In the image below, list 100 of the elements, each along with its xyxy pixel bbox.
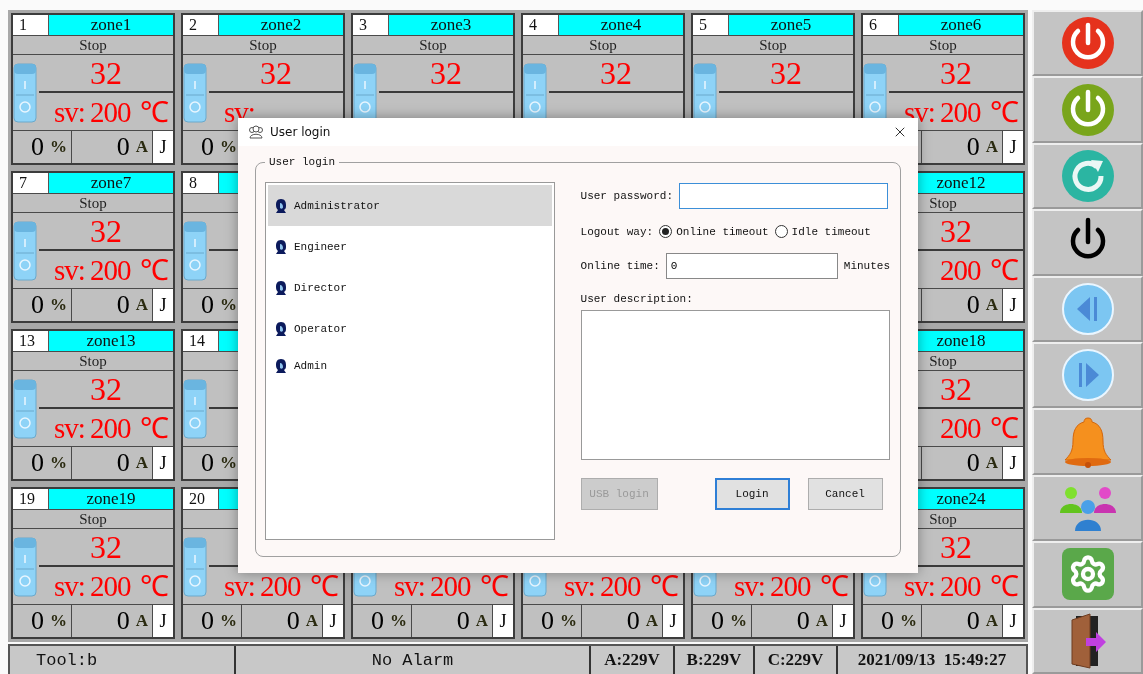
output-value: 0: [31, 448, 44, 478]
current-unit: A: [135, 137, 148, 157]
set-value: 200: [940, 253, 981, 288]
zone-number: 3: [353, 15, 389, 35]
current-unit: A: [815, 611, 828, 631]
user-list-item[interactable]: Operator: [268, 308, 552, 349]
minutes-label: Minutes: [843, 260, 890, 272]
user-icon: [274, 197, 288, 214]
current-value: 0: [966, 448, 980, 478]
rocker-switch-icon: [183, 220, 207, 281]
current-value: 0: [796, 606, 810, 636]
process-value: 32: [39, 55, 173, 91]
output-value: 0: [541, 606, 554, 636]
set-value-unit: ℃: [990, 253, 1018, 288]
zone-name: zone6: [899, 15, 1023, 35]
zone-number: 6: [863, 15, 899, 35]
radio-option[interactable]: Idle timeout: [774, 225, 871, 238]
current-unit: A: [985, 453, 998, 473]
rocker-switch-icon: [183, 536, 207, 597]
process-value: 32: [719, 55, 853, 91]
thermocouple-type: J: [833, 605, 853, 637]
current-value: 0: [456, 606, 470, 636]
process-value: 32: [549, 55, 683, 91]
thermocouple-type: J: [153, 289, 173, 321]
dialog-button[interactable]: Login: [714, 478, 790, 510]
zone-status: Stop: [183, 36, 343, 54]
set-value-unit: ℃: [140, 253, 168, 288]
current-value: 0: [116, 132, 130, 162]
toolbar-button[interactable]: [1032, 607, 1143, 674]
password-field[interactable]: [679, 183, 888, 209]
zone-name: zone13: [49, 331, 173, 351]
output-value: 0: [31, 606, 44, 636]
user-icon: [274, 358, 288, 374]
radio-option[interactable]: Online timeout: [659, 225, 769, 238]
set-value: 200: [940, 95, 981, 130]
toolbar-button[interactable]: [1032, 209, 1143, 276]
current-value: 0: [116, 290, 130, 320]
set-value-label: sv:: [734, 569, 765, 604]
thermocouple-type: J: [493, 605, 513, 637]
zone-number: 5: [693, 15, 729, 35]
refresh-icon: [1060, 148, 1115, 203]
set-value-unit: ℃: [650, 569, 678, 604]
zone-number: 7: [13, 173, 49, 193]
output-unit: %: [220, 453, 237, 473]
set-value-unit: ℃: [480, 569, 508, 604]
process-value: 32: [39, 213, 173, 249]
zone-number: 20: [183, 489, 219, 509]
current-unit: A: [985, 137, 998, 157]
set-value-label: sv:: [904, 569, 935, 604]
user-list-item[interactable]: Director: [268, 267, 552, 308]
output-value: 0: [371, 606, 384, 636]
set-value-unit: ℃: [820, 569, 848, 604]
radio-button[interactable]: [659, 225, 673, 238]
power-icon: [1060, 82, 1115, 137]
set-value-unit: ℃: [990, 95, 1018, 130]
current-value: 0: [116, 448, 130, 478]
current-unit: A: [985, 295, 998, 315]
output-unit: %: [220, 295, 237, 315]
user-list-item[interactable]: Admin: [268, 349, 552, 383]
radio-button[interactable]: [774, 225, 788, 238]
current-unit: A: [135, 295, 148, 315]
set-value: 200: [940, 411, 981, 446]
set-value-unit: ℃: [140, 569, 168, 604]
output-value: 0: [31, 290, 44, 320]
output-unit: %: [50, 137, 67, 157]
user-list-item[interactable]: Administrator: [268, 185, 552, 226]
zone-status: Stop: [13, 36, 173, 54]
dialog-button[interactable]: Cancel: [807, 478, 883, 510]
description-field[interactable]: [580, 310, 890, 460]
online-time-field[interactable]: 0: [665, 253, 838, 279]
phase-voltage: B:229V: [675, 646, 753, 674]
zone-number: 19: [13, 489, 49, 509]
user-list-item[interactable]: Engineer: [268, 226, 552, 267]
set-value-label: sv:: [54, 569, 85, 604]
output-unit: %: [730, 611, 747, 631]
zone-number: 4: [523, 15, 559, 35]
zone-name: zone5: [729, 15, 853, 35]
power-icon: [1060, 16, 1115, 71]
zone-number: 13: [13, 331, 49, 351]
users-icon: [248, 125, 264, 139]
zone-name: zone19: [49, 489, 173, 509]
set-value-unit: ℃: [990, 569, 1018, 604]
zone-status: Stop: [13, 510, 173, 528]
current-value: 0: [286, 606, 300, 636]
zone-status: Stop: [693, 36, 853, 54]
previous-icon: [1060, 281, 1115, 336]
zone-name: zone7: [49, 173, 173, 193]
rocker-switch-icon: [183, 378, 207, 439]
thermocouple-type: J: [1003, 605, 1023, 637]
password-label: User password:: [580, 190, 673, 202]
description-label: User description:: [580, 293, 694, 305]
current-unit: A: [135, 611, 148, 631]
set-value: 200: [260, 569, 301, 604]
process-value: 32: [209, 55, 343, 91]
set-value-label: sv:: [54, 411, 85, 446]
output-unit: %: [220, 611, 237, 631]
current-value: 0: [626, 606, 640, 636]
set-value-label: sv:: [564, 569, 595, 604]
set-value: 200: [90, 253, 131, 288]
thermocouple-type: J: [1003, 131, 1023, 163]
